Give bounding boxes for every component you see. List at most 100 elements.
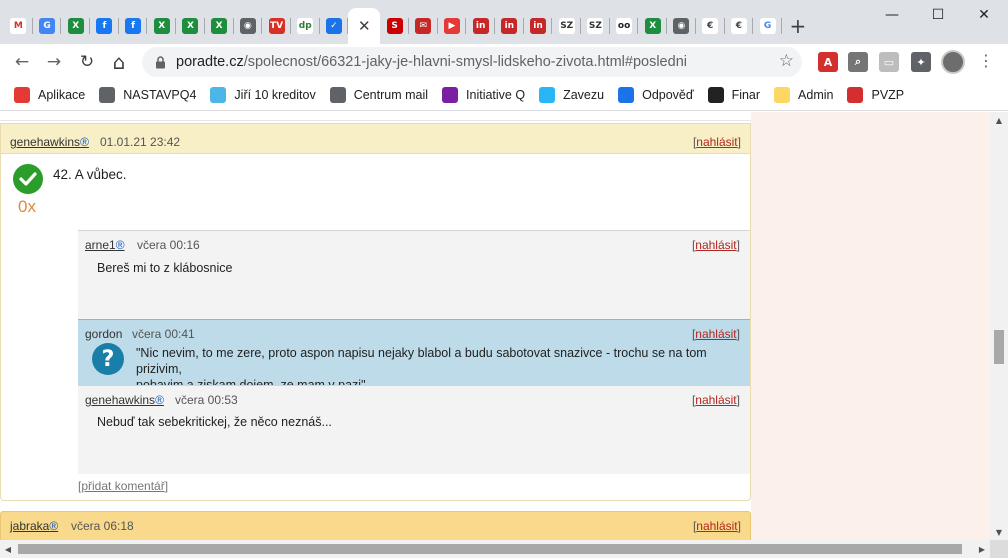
tab[interactable]: X [61, 8, 91, 44]
profile-avatar[interactable] [941, 50, 965, 74]
report-link[interactable]: [nahlásit] [693, 135, 741, 149]
tab[interactable]: € [725, 8, 754, 44]
answer-author-link[interactable]: jabraka® [10, 519, 58, 533]
vertical-scroll-thumb[interactable] [994, 330, 1004, 364]
tab[interactable]: M [4, 8, 33, 44]
reload-icon[interactable]: ↻ [73, 48, 101, 76]
tab[interactable]: f [119, 8, 148, 44]
tab[interactable]: ✉ [409, 8, 438, 44]
tab[interactable]: ◉ [234, 8, 263, 44]
tab[interactable]: G [753, 8, 782, 44]
comment-text-line: "Nic nevim, to me zere, proto aspon napi… [136, 346, 707, 376]
search-extension-icon[interactable]: ⌕ [848, 52, 868, 72]
home-icon[interactable]: ⌂ [105, 48, 133, 76]
comment-report-link[interactable]: [nahlásit] [692, 327, 740, 341]
comment-author-name[interactable]: gordon [85, 327, 122, 341]
comment-report-link[interactable]: [nahlásit] [692, 393, 740, 407]
window-close-button[interactable]: ✕ [962, 0, 1006, 30]
report-label: nahlásit [695, 238, 737, 252]
tab[interactable]: ◉ [667, 8, 696, 44]
comment-author-link[interactable]: arne1® [85, 238, 125, 252]
bookmark-item[interactable]: Admin [774, 87, 833, 103]
vertical-scrollbar[interactable]: ▲ ▼ [990, 112, 1008, 540]
comment-date: včera 00:16 [137, 238, 200, 252]
bookmark-item[interactable]: Jiří 10 kreditov [210, 87, 316, 103]
answer-author-name: genehawkins [10, 135, 81, 149]
close-icon[interactable]: ✕ [358, 17, 371, 35]
tab[interactable]: oo [610, 8, 639, 44]
tab[interactable]: G [33, 8, 62, 44]
comment-author-link[interactable]: genehawkins® [85, 393, 164, 407]
minimize-button[interactable]: — [870, 0, 914, 30]
sz-icon: SZ [558, 18, 575, 34]
tab[interactable]: in [466, 8, 495, 44]
tab-active[interactable]: ✕ [348, 8, 381, 44]
sheet-icon: X [153, 18, 170, 34]
bookmark-item[interactable]: Finar [707, 87, 761, 103]
bookmark-label: Finar [731, 88, 761, 102]
bike-icon: oo [616, 18, 633, 34]
comment-report-link[interactable]: [nahlásit] [692, 238, 740, 252]
globe-icon: ◉ [239, 18, 256, 34]
pvzp-icon [847, 87, 864, 103]
zavezu-icon [539, 87, 556, 103]
euro-icon: € [702, 18, 719, 34]
horizontal-scroll-thumb[interactable] [18, 544, 962, 554]
scroll-left-icon[interactable]: ◀ [0, 540, 16, 558]
bookmark-label: Admin [798, 88, 834, 102]
bike-icon [707, 87, 724, 103]
scroll-right-icon[interactable]: ▶ [974, 540, 990, 558]
answer-date: 01.01.21 23:42 [100, 135, 181, 149]
bookmark-item[interactable]: PVZP [847, 87, 904, 103]
maximize-button[interactable]: ☐ [916, 0, 960, 30]
cast-extension-icon[interactable]: ▭ [879, 52, 899, 72]
tab[interactable]: S [380, 8, 409, 44]
tab[interactable]: dp [291, 8, 320, 44]
new-tab-plus-icon[interactable]: + [782, 8, 814, 44]
bookmark-label: Centrum mail [353, 88, 429, 102]
tab[interactable]: f [90, 8, 119, 44]
back-arrow-icon[interactable]: ← [8, 48, 36, 76]
content-column: genehawkins® 01.01.21 23:42 [nahlásit] 0… [0, 112, 751, 540]
accepted-check-icon[interactable] [13, 164, 43, 194]
bookmark-item[interactable]: Odpověď [618, 87, 694, 103]
seznam-icon: S [386, 18, 403, 34]
tab[interactable]: X [176, 8, 205, 44]
menu-dots-icon[interactable]: ⋮ [978, 51, 994, 70]
report-label: nahlásit [696, 519, 738, 533]
puzzle-extensions-icon[interactable]: ✦ [911, 52, 931, 72]
horizontal-scrollbar[interactable]: ◀ ▶ [0, 540, 990, 558]
tab[interactable]: in [495, 8, 524, 44]
answer-author-link[interactable]: genehawkins® [10, 135, 89, 149]
forward-arrow-icon[interactable]: → [40, 48, 68, 76]
vote-count: 0x [18, 197, 36, 216]
tab[interactable]: € [696, 8, 725, 44]
tab[interactable]: SZ [581, 8, 610, 44]
bookmark-item[interactable]: Initiative Q [442, 87, 525, 103]
tab[interactable]: in [524, 8, 553, 44]
bookmark-item[interactable]: Aplikace [14, 87, 85, 103]
tab[interactable]: TV [262, 8, 291, 44]
scroll-up-icon[interactable]: ▲ [990, 112, 1008, 128]
bookmark-item[interactable]: Zavezu [539, 87, 604, 103]
tab[interactable]: X [147, 8, 177, 44]
pdf-extension-icon[interactable]: A [818, 52, 838, 72]
lock-icon[interactable] [153, 55, 167, 69]
tab[interactable]: ▶ [438, 8, 467, 44]
scroll-down-icon[interactable]: ▼ [990, 524, 1008, 540]
tab[interactable]: X [638, 8, 668, 44]
sheet-icon: X [67, 18, 84, 34]
address-bar[interactable]: poradte.cz/spolecnost/66321-jaky-je-hlav… [142, 47, 802, 77]
google-icon: G [759, 18, 776, 34]
tab[interactable]: X [205, 8, 234, 44]
report-link[interactable]: [nahlásit] [693, 519, 741, 533]
bookmark-star-icon[interactable]: ☆ [779, 51, 794, 71]
tab[interactable]: ✓ [320, 8, 349, 44]
scrollbar-corner [990, 540, 1008, 558]
tab[interactable]: SZ [552, 8, 582, 44]
bookmark-item[interactable]: NASTAVPQ4 [99, 87, 196, 103]
add-comment-link[interactable]: [přidat komentář] [78, 479, 168, 493]
bookmark-item[interactable]: Centrum mail [329, 87, 429, 103]
url-text[interactable]: poradte.cz/spolecnost/66321-jaky-je-hlav… [176, 54, 687, 70]
facebook-icon: f [125, 18, 142, 34]
